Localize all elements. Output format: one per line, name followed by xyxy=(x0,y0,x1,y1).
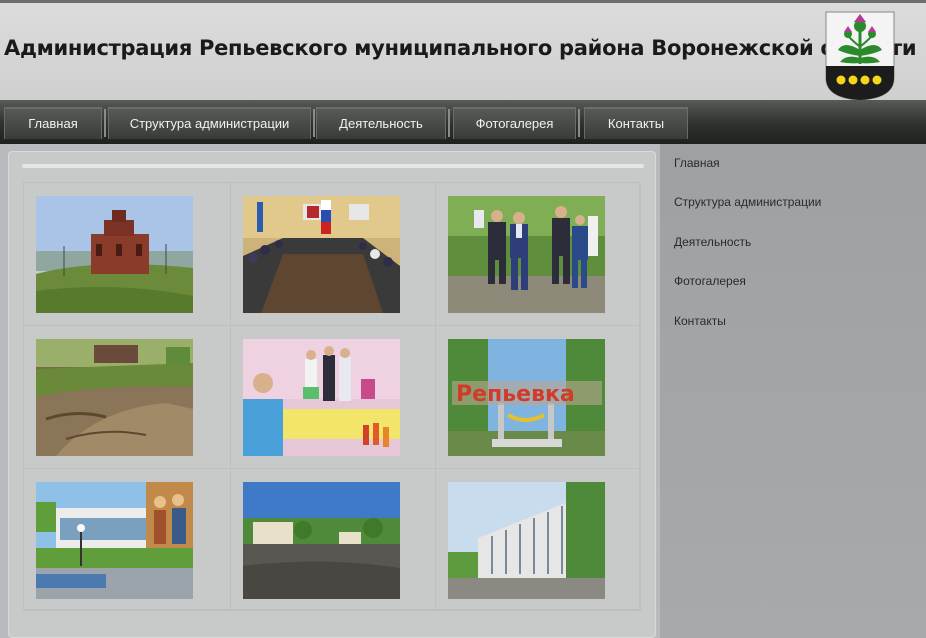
photo-town-square[interactable] xyxy=(243,482,400,599)
sidebar-item-contacts[interactable]: Контакты xyxy=(674,314,726,328)
content-panel: Репьевка xyxy=(8,151,656,638)
gallery-cell xyxy=(24,326,231,469)
photo-gallery-grid: Репьевка xyxy=(23,182,641,611)
main-nav: Главная Структура администрации Деятельн… xyxy=(0,100,926,144)
gallery-cell xyxy=(436,183,641,326)
sign-text: Репьевка xyxy=(456,382,575,407)
panel-top-bar xyxy=(22,164,644,168)
photo-church-on-hill[interactable] xyxy=(36,196,193,313)
gallery-cell xyxy=(436,469,641,611)
photo-ravine-erosion[interactable] xyxy=(36,339,193,456)
photo-administration-building[interactable] xyxy=(448,482,605,599)
site-title: Администрация Репьевского муниципального… xyxy=(4,36,917,60)
photo-officials-walking[interactable] xyxy=(448,196,605,313)
photo-meeting-room[interactable] xyxy=(243,196,400,313)
photo-repyevka-sign[interactable]: Репьевка xyxy=(448,339,605,456)
gallery-cell xyxy=(24,469,231,611)
gallery-cell xyxy=(231,469,436,611)
nav-item-structure[interactable]: Структура администрации xyxy=(108,107,311,139)
sidebar-item-gallery[interactable]: Фотогалерея xyxy=(674,274,746,288)
nav-separator xyxy=(578,109,580,137)
sidebar-item-home[interactable]: Главная xyxy=(674,156,720,170)
photo-building-with-mural[interactable] xyxy=(36,482,193,599)
nav-item-activity[interactable]: Деятельность xyxy=(316,107,446,139)
photo-kindergarten[interactable] xyxy=(243,339,400,456)
coat-of-arms-icon[interactable] xyxy=(824,10,896,102)
sidebar-item-activity[interactable]: Деятельность xyxy=(674,235,751,249)
nav-item-home[interactable]: Главная xyxy=(4,107,102,139)
gallery-cell: Репьевка xyxy=(436,326,641,469)
sidebar-item-structure[interactable]: Структура администрации xyxy=(674,195,821,209)
nav-item-contacts[interactable]: Контакты xyxy=(584,107,688,139)
nav-item-gallery[interactable]: Фотогалерея xyxy=(453,107,576,139)
gallery-cell xyxy=(231,183,436,326)
nav-separator xyxy=(104,109,106,137)
sidebar-menu: Главная Структура администрации Деятельн… xyxy=(660,144,926,638)
site-header: Администрация Репьевского муниципального… xyxy=(0,0,926,102)
gallery-cell xyxy=(24,183,231,326)
nav-separator xyxy=(448,109,450,137)
gallery-cell xyxy=(231,326,436,469)
nav-separator xyxy=(313,109,315,137)
